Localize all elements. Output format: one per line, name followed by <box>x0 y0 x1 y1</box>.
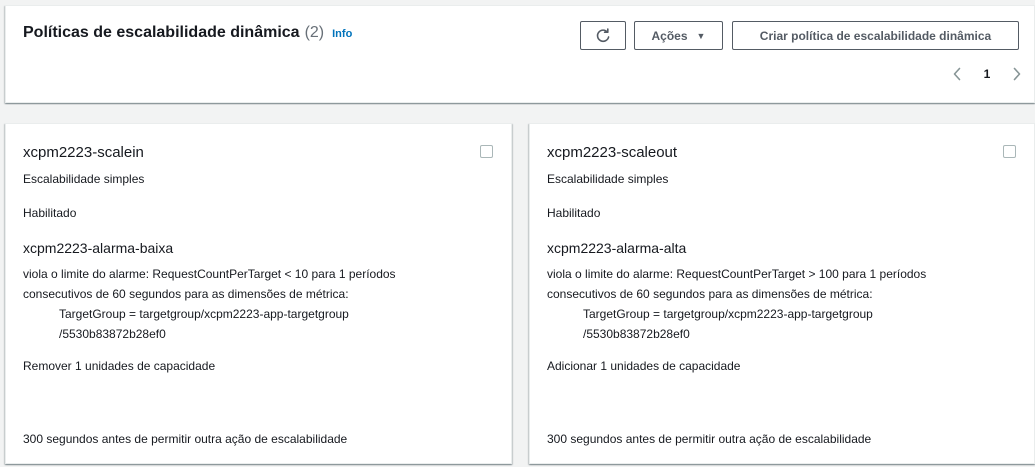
alarm-description-line: viola o limite do alarme: RequestCountPe… <box>23 267 396 281</box>
policy-status: Habilitado <box>547 206 601 220</box>
alarm-description: viola o limite do alarme: RequestCountPe… <box>547 264 1017 304</box>
policy-card-scaleout: xcpm2223-scaleout Escalabilidade simples… <box>529 123 1035 464</box>
metric-dimension: TargetGroup = targetgroup/xcpm2223-app-t… <box>59 304 499 344</box>
scaling-action: Remover 1 unidades de capacidade <box>23 359 216 373</box>
policy-status: Habilitado <box>23 206 77 220</box>
policy-card-scalein: xcpm2223-scalein Escalabilidade simples … <box>5 123 512 464</box>
actions-label: Ações <box>651 28 688 43</box>
policies-header-panel: Políticas de escalabilidade dinâmica (2)… <box>5 5 1035 103</box>
info-link[interactable]: Info <box>332 28 352 40</box>
policy-type: Escalabilidade simples <box>547 172 669 186</box>
policy-name: xcpm2223-scalein <box>23 144 144 161</box>
policy-name: xcpm2223-scaleout <box>547 144 678 161</box>
metric-dimension-line: TargetGroup = targetgroup/xcpm2223-app-t… <box>59 307 349 321</box>
metric-dimension-line: /5530b83872b28ef0 <box>59 327 166 341</box>
alarm-description-line: viola o limite do alarme: RequestCountPe… <box>547 267 927 281</box>
policy-count: (2) <box>304 24 325 41</box>
cooldown-text: 300 segundos antes de permitir outra açã… <box>547 432 872 446</box>
chevron-left-icon[interactable] <box>952 67 962 81</box>
cooldown-text: 300 segundos antes de permitir outra açã… <box>23 432 348 446</box>
alarm-name: xcpm2223-alarma-baixa <box>23 240 174 256</box>
create-policy-button[interactable]: Criar política de escalabilidade dinâmic… <box>732 21 1019 50</box>
pagination: 1 <box>952 64 1022 84</box>
metric-dimension: TargetGroup = targetgroup/xcpm2223-app-t… <box>583 304 1023 344</box>
caret-down-icon: ▼ <box>696 30 706 41</box>
metric-dimension-line: /5530b83872b28ef0 <box>583 327 690 341</box>
policy-select-checkbox[interactable] <box>1003 145 1016 158</box>
refresh-button[interactable] <box>580 21 626 50</box>
alarm-description-line: consecutivos de 60 segundos para as dime… <box>547 287 873 301</box>
alarm-description: viola o limite do alarme: RequestCountPe… <box>23 264 493 304</box>
header-title-group: Políticas de escalabilidade dinâmica (2)… <box>23 24 352 42</box>
page-title: Políticas de escalabilidade dinâmica <box>23 24 300 41</box>
alarm-name: xcpm2223-alarma-alta <box>547 240 687 256</box>
metric-dimension-line: TargetGroup = targetgroup/xcpm2223-app-t… <box>583 307 873 321</box>
chevron-right-icon[interactable] <box>1012 67 1022 81</box>
policy-select-checkbox[interactable] <box>480 145 493 158</box>
policy-type: Escalabilidade simples <box>23 172 145 186</box>
alarm-description-line: consecutivos de 60 segundos para as dime… <box>23 287 349 301</box>
actions-dropdown-button[interactable]: Ações ▼ <box>634 21 723 50</box>
page-number[interactable]: 1 <box>984 67 991 81</box>
scaling-action: Adicionar 1 unidades de capacidade <box>547 359 741 373</box>
refresh-icon <box>595 27 611 44</box>
